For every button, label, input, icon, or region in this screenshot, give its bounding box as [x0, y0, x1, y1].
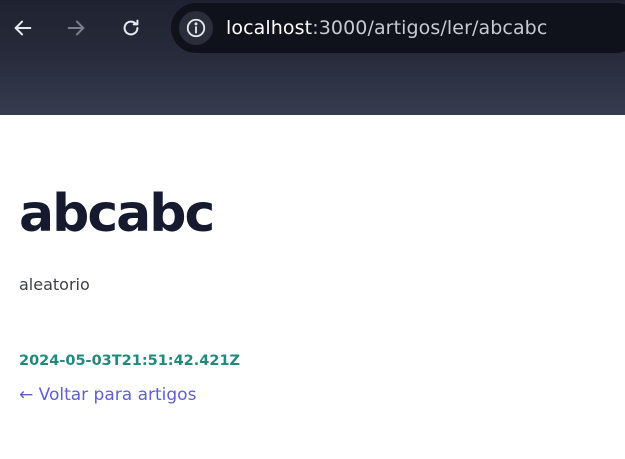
arrow-left-icon [14, 20, 32, 36]
address-bar[interactable]: localhost:3000/artigos/ler/abcabc [171, 3, 625, 53]
forward-button[interactable] [62, 14, 90, 42]
browser-toolbar: localhost:3000/artigos/ler/abcabc [0, 0, 625, 115]
reload-icon [123, 19, 139, 36]
article-body: aleatorio [19, 275, 90, 294]
article-timestamp: 2024-05-03T21:51:42.421Z [19, 353, 241, 369]
url-text[interactable]: localhost:3000/artigos/ler/abcabc [226, 17, 547, 39]
reload-button[interactable] [117, 14, 145, 42]
info-icon [186, 18, 206, 38]
site-info-button[interactable] [179, 11, 213, 45]
article-title: abcabc [19, 184, 215, 244]
url-path: :3000/artigos/ler/abcabc [312, 17, 548, 39]
arrow-right-icon [67, 20, 85, 36]
back-to-articles-link[interactable]: ← Voltar para artigos [19, 385, 196, 405]
back-button[interactable] [9, 14, 37, 42]
url-host: localhost [226, 17, 313, 39]
